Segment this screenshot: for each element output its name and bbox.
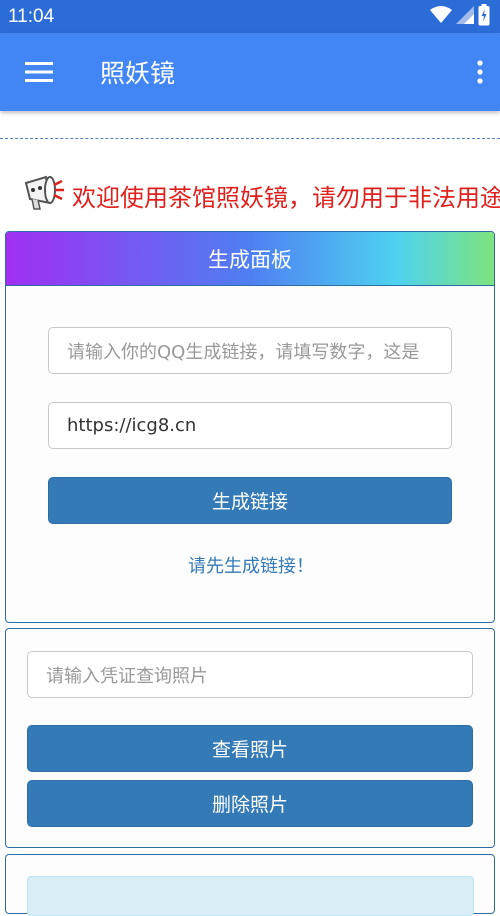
generate-link-button[interactable]: 生成链接 (48, 477, 452, 524)
qq-input-placeholder: 请输入你的QQ生成链接，请填写数字，这是 (67, 341, 420, 363)
app-title: 照妖镜 (100, 59, 176, 88)
notice-text: 欢迎使用茶馆照妖镜，请勿用于非法用途 (72, 183, 500, 212)
more-options-button[interactable] (460, 33, 500, 111)
menu-button[interactable] (0, 33, 78, 111)
app-bar: 照妖镜 (0, 33, 500, 111)
signal-icon (456, 5, 474, 28)
hamburger-menu-icon (25, 62, 53, 82)
qq-input[interactable]: 请输入你的QQ生成链接，请填写数字，这是 (48, 327, 452, 374)
voucher-input[interactable]: 请输入凭证查询照片 (27, 651, 473, 698)
generate-panel-heading: 生成面板 (6, 232, 494, 286)
megaphone-icon (20, 173, 66, 217)
status-time: 11:04 (8, 5, 55, 27)
query-panel: 请输入凭证查询照片 查看照片 删除照片 (5, 628, 495, 848)
url-input-value: https://icg8.cn (67, 415, 197, 436)
generate-hint: 请先生成链接！ (188, 556, 314, 577)
notice-marquee: 欢迎使用茶馆照妖镜，请勿用于非法用途 (20, 170, 500, 220)
info-alert (27, 876, 474, 916)
generate-panel: 生成面板 请输入你的QQ生成链接，请填写数字，这是 https://icg8.c… (5, 231, 495, 623)
more-vert-icon (477, 60, 483, 84)
battery-icon (478, 3, 490, 30)
view-photos-button[interactable]: 查看照片 (27, 725, 473, 772)
status-bar: 11:04 (0, 0, 500, 33)
delete-photos-button[interactable]: 删除照片 (27, 780, 473, 827)
divider (0, 138, 500, 139)
url-input[interactable]: https://icg8.cn (48, 402, 452, 449)
status-icons (430, 3, 490, 30)
voucher-input-placeholder: 请输入凭证查询照片 (46, 665, 208, 687)
info-panel (5, 854, 495, 916)
wifi-icon (430, 5, 452, 28)
